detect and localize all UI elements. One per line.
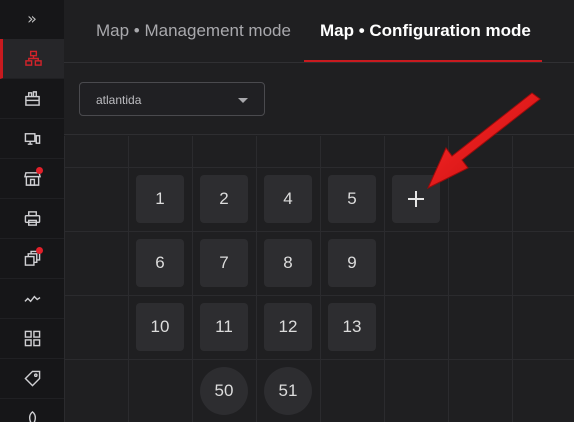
table-cell[interactable]: 5 <box>328 175 376 223</box>
table-cell[interactable]: 13 <box>328 303 376 351</box>
caret-down-icon <box>238 98 248 103</box>
table-cell[interactable]: 10 <box>136 303 184 351</box>
table-cell[interactable]: 12 <box>264 303 312 351</box>
table-cell[interactable]: 6 <box>136 239 184 287</box>
sidebar-item-venues[interactable] <box>0 79 64 119</box>
tag-icon <box>23 370 40 387</box>
sidebar-item-devices[interactable] <box>0 119 64 159</box>
tab-management-mode[interactable]: Map • Management mode <box>96 21 291 41</box>
table-cell[interactable]: 8 <box>264 239 312 287</box>
table-cell[interactable]: 9 <box>328 239 376 287</box>
table-cell[interactable]: 7 <box>200 239 248 287</box>
location-select-value: atlantida <box>96 93 142 107</box>
sidebar-item-printers[interactable] <box>0 199 64 239</box>
notification-badge <box>36 247 43 254</box>
tab-configuration-mode[interactable]: Map • Configuration mode <box>320 21 531 41</box>
round-table-cell[interactable]: 50 <box>200 367 248 415</box>
sidebar-item-tags[interactable] <box>0 359 64 399</box>
sidebar: » <box>0 0 64 422</box>
location-select[interactable]: atlantida <box>79 82 265 116</box>
sidebar-item-more[interactable] <box>0 399 64 422</box>
printer-icon <box>24 211 40 226</box>
map-canvas[interactable]: 1 2 4 5 6 7 8 9 10 11 12 13 50 51 <box>64 136 574 422</box>
sidebar-item-map[interactable] <box>0 39 64 79</box>
table-cell[interactable]: 2 <box>200 175 248 223</box>
plus-icon <box>408 191 424 207</box>
mode-tabs: Map • Management mode Map • Configuratio… <box>64 0 574 63</box>
table-cell[interactable]: 11 <box>200 303 248 351</box>
building-icon <box>24 91 40 106</box>
add-table-button[interactable] <box>392 175 440 223</box>
leaf-icon <box>28 411 36 422</box>
sidebar-item-stores[interactable] <box>0 159 64 199</box>
devices-icon <box>24 133 40 145</box>
sidebar-item-layers[interactable] <box>0 239 64 279</box>
sidebar-item-activity[interactable] <box>0 279 64 319</box>
sitemap-icon <box>25 50 42 66</box>
double-chevron-right-icon: » <box>27 8 37 28</box>
round-table-cell[interactable]: 51 <box>264 367 312 415</box>
table-cell[interactable]: 4 <box>264 175 312 223</box>
collapse-sidebar-button[interactable]: » <box>0 0 64 36</box>
grid-icon <box>24 330 40 347</box>
notification-badge <box>36 167 43 174</box>
active-tab-indicator <box>304 60 542 62</box>
filter-bar: atlantida <box>64 63 574 135</box>
sidebar-item-dashboard[interactable] <box>0 319 64 359</box>
table-cell[interactable]: 1 <box>136 175 184 223</box>
activity-icon <box>23 295 40 303</box>
